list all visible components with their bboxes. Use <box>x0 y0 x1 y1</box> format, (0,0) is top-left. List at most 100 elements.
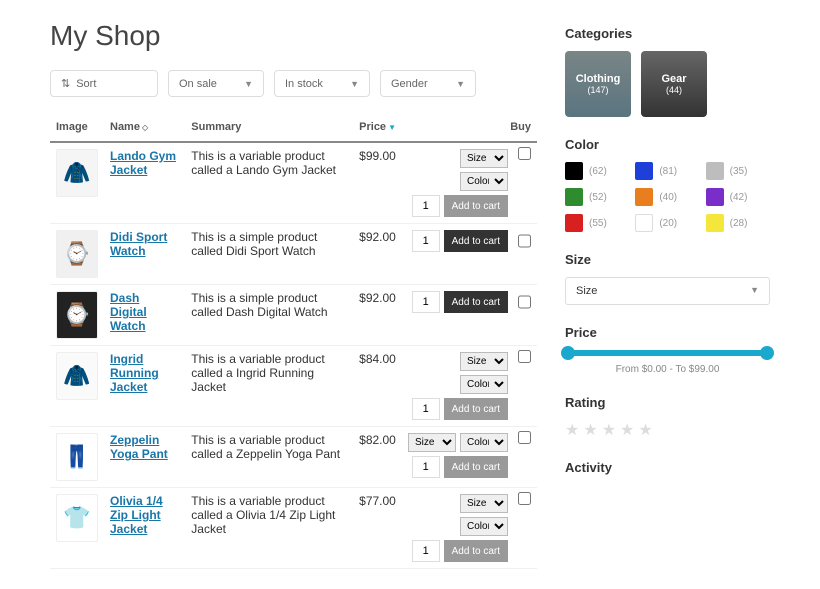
table-row: 🧥 Lando Gym Jacket This is a variable pr… <box>50 142 537 224</box>
sort-indicator-icon: ◇ <box>142 123 148 132</box>
col-price[interactable]: Price▼ <box>353 113 402 142</box>
color-swatch[interactable]: (52) <box>565 188 629 206</box>
product-summary: This is a simple product called Dash Dig… <box>185 285 353 346</box>
color-swatch[interactable]: (42) <box>706 188 770 206</box>
size-select[interactable]: Size ▼ <box>565 277 770 305</box>
product-thumb[interactable]: ⌚ <box>56 291 98 339</box>
price-slider[interactable] <box>565 350 770 356</box>
product-name-link[interactable]: Lando Gym Jacket <box>110 149 179 177</box>
product-thumb[interactable]: 🧥 <box>56 352 98 400</box>
size-title: Size <box>565 252 770 267</box>
product-thumb[interactable]: 🧥 <box>56 149 98 197</box>
product-name-link[interactable]: Dash Digital Watch <box>110 291 179 333</box>
product-thumb[interactable]: ⌚ <box>56 230 98 278</box>
chevron-down-icon: ▼ <box>456 79 465 89</box>
color-swatch[interactable]: (62) <box>565 162 629 180</box>
sort-label: Sort <box>76 78 96 90</box>
star-icon: ★ <box>583 420 597 440</box>
size-option[interactable]: Size <box>460 352 508 371</box>
swatch-count: (20) <box>659 218 677 229</box>
col-summary[interactable]: Summary <box>185 113 353 142</box>
col-name[interactable]: Name◇ <box>104 113 185 142</box>
swatch-count: (81) <box>659 166 677 177</box>
color-swatch[interactable]: (40) <box>635 188 699 206</box>
rating-filter[interactable]: ★ ★ ★ ★ ★ <box>565 420 770 440</box>
color-option[interactable]: Color <box>460 517 508 536</box>
qty-input[interactable] <box>412 540 440 562</box>
product-name-link[interactable]: Ingrid Running Jacket <box>110 352 179 394</box>
category-clothing[interactable]: Clothing (147) <box>565 51 631 117</box>
size-option[interactable]: Size <box>460 149 508 168</box>
color-swatch[interactable]: (55) <box>565 214 629 232</box>
select-checkbox[interactable] <box>518 492 531 505</box>
star-icon: ★ <box>565 420 579 440</box>
swatch-count: (35) <box>730 166 748 177</box>
swatch-color <box>565 162 583 180</box>
color-swatch[interactable]: (81) <box>635 162 699 180</box>
add-to-cart-button[interactable]: Add to cart <box>444 195 508 217</box>
product-price: $84.00 <box>353 346 402 427</box>
category-gear[interactable]: Gear (44) <box>641 51 707 117</box>
color-swatch[interactable]: (35) <box>706 162 770 180</box>
filter-gender[interactable]: Gender▼ <box>380 70 476 97</box>
qty-input[interactable] <box>412 230 440 252</box>
page-title: My Shop <box>50 20 537 52</box>
filter-instock[interactable]: In stock▼ <box>274 70 370 97</box>
add-to-cart-button[interactable]: Add to cart <box>444 540 508 562</box>
sort-button[interactable]: ⇅ Sort <box>50 70 158 97</box>
select-checkbox[interactable] <box>518 291 531 313</box>
product-thumb[interactable]: 👖 <box>56 433 98 481</box>
activity-title: Activity <box>565 460 770 475</box>
add-to-cart-button[interactable]: Add to cart <box>444 230 508 252</box>
filter-onsale[interactable]: On sale▼ <box>168 70 264 97</box>
product-price: $82.00 <box>353 427 402 488</box>
size-option[interactable]: Size <box>460 494 508 513</box>
product-summary: This is a variable product called a Zepp… <box>185 427 353 488</box>
filter-controls: ⇅ Sort On sale▼ In stock▼ Gender▼ <box>50 70 537 97</box>
swatch-count: (62) <box>589 166 607 177</box>
color-option[interactable]: Color <box>460 375 508 394</box>
qty-input[interactable] <box>412 398 440 420</box>
sort-icon: ⇅ <box>61 77 70 90</box>
product-thumb[interactable]: 👕 <box>56 494 98 542</box>
product-price: $92.00 <box>353 285 402 346</box>
qty-input[interactable] <box>412 195 440 217</box>
col-buy[interactable]: Buy <box>402 113 537 142</box>
color-swatch[interactable]: (20) <box>635 214 699 232</box>
color-option[interactable]: Color <box>460 433 508 452</box>
product-price: $99.00 <box>353 142 402 224</box>
swatch-color <box>635 214 653 232</box>
add-to-cart-button[interactable]: Add to cart <box>444 456 508 478</box>
color-swatch[interactable]: (28) <box>706 214 770 232</box>
select-checkbox[interactable] <box>518 147 531 160</box>
product-price: $92.00 <box>353 224 402 285</box>
product-name-link[interactable]: Didi Sport Watch <box>110 230 179 258</box>
add-to-cart-button[interactable]: Add to cart <box>444 398 508 420</box>
qty-input[interactable] <box>412 291 440 313</box>
select-checkbox[interactable] <box>518 230 531 252</box>
price-range-text: From $0.00 - To $99.00 <box>565 364 770 375</box>
select-checkbox[interactable] <box>518 350 531 363</box>
product-name-link[interactable]: Zeppelin Yoga Pant <box>110 433 179 461</box>
select-checkbox[interactable] <box>518 431 531 444</box>
qty-input[interactable] <box>412 456 440 478</box>
categories-title: Categories <box>565 26 770 41</box>
col-image[interactable]: Image <box>50 113 104 142</box>
chevron-down-icon: ▼ <box>750 285 759 297</box>
star-icon: ★ <box>620 420 634 440</box>
slider-handle-max[interactable] <box>760 346 774 360</box>
product-summary: This is a variable product called a Land… <box>185 142 353 224</box>
swatch-color <box>565 188 583 206</box>
product-name-link[interactable]: Olivia 1/4 Zip Light Jacket <box>110 494 179 536</box>
size-option[interactable]: Size <box>408 433 456 452</box>
table-row: ⌚ Dash Digital Watch This is a simple pr… <box>50 285 537 346</box>
table-row: 👖 Zeppelin Yoga Pant This is a variable … <box>50 427 537 488</box>
products-table: Image Name◇ Summary Price▼ Buy 🧥 Lando G… <box>50 113 537 569</box>
slider-handle-min[interactable] <box>561 346 575 360</box>
color-option[interactable]: Color <box>460 172 508 191</box>
product-summary: This is a variable product called a Oliv… <box>185 488 353 569</box>
add-to-cart-button[interactable]: Add to cart <box>444 291 508 313</box>
swatch-count: (42) <box>730 192 748 203</box>
swatch-count: (28) <box>730 218 748 229</box>
table-row: 🧥 Ingrid Running Jacket This is a variab… <box>50 346 537 427</box>
